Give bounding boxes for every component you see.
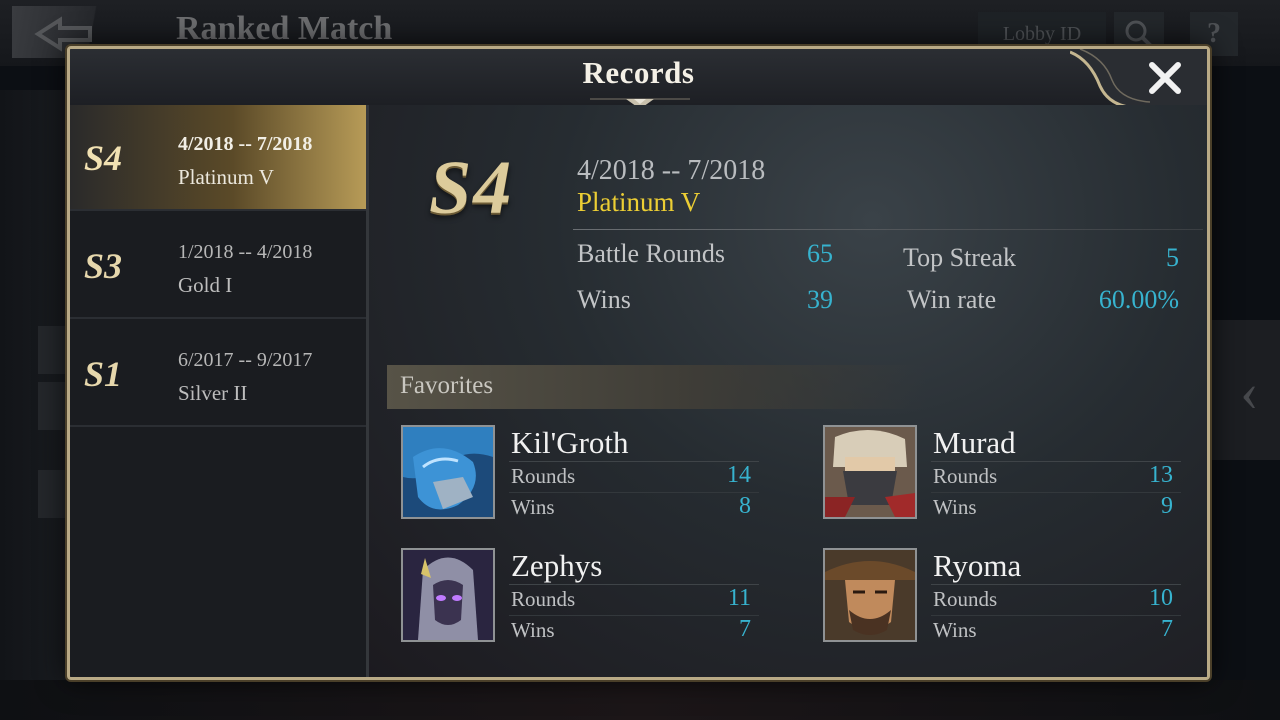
hero-rounds-label: Rounds — [511, 464, 576, 488]
detail-dates: 4/2018 -- 7/2018 — [577, 155, 766, 186]
hero-portrait[interactable] — [401, 425, 495, 519]
hero-portrait[interactable] — [401, 548, 495, 642]
hero-portrait-icon — [825, 550, 915, 640]
hero-rounds-value: 11 — [727, 585, 751, 611]
chevron-left-icon[interactable]: ‹ — [1240, 360, 1259, 424]
season-dates: 4/2018 -- 7/2018 — [178, 133, 313, 155]
hero-rounds-value: 14 — [727, 462, 751, 488]
win-rate-value: 60.00% — [1098, 285, 1179, 314]
detail-rank: Platinum V — [577, 187, 701, 217]
records-dialog: Records S4 4/2018 -- 7/2018 Platinum V S… — [67, 46, 1210, 680]
hero-rounds-label: Rounds — [933, 464, 998, 488]
season-rank: Platinum V — [178, 165, 274, 189]
season-list: S4 4/2018 -- 7/2018 Platinum V S3 1/2018… — [70, 105, 369, 677]
divider — [931, 615, 1181, 616]
background-page-title: Ranked Match — [176, 10, 393, 47]
hero-rounds-label: Rounds — [511, 587, 576, 611]
season-detail-panel: S4 4/2018 -- 7/2018 Platinum V Battle Ro… — [369, 105, 1207, 677]
favorite-hero-card: Ryoma Rounds 10 Wins 7 — [823, 548, 1203, 648]
hero-wins-value: 8 — [739, 493, 751, 519]
divider — [931, 461, 1181, 462]
battle-rounds-label: Battle Rounds — [577, 239, 726, 268]
hero-wins-label: Wins — [511, 618, 555, 642]
battle-rounds-value: 65 — [807, 239, 833, 268]
favorite-hero-card: Murad Rounds 13 Wins 9 — [823, 425, 1203, 525]
divider — [509, 584, 759, 585]
season-item-s1[interactable]: S1 6/2017 -- 9/2017 Silver II — [70, 321, 366, 427]
hero-wins-label: Wins — [511, 495, 555, 519]
hero-wins-value: 9 — [1161, 493, 1173, 519]
season-code: S1 — [84, 354, 123, 394]
season-code: S4 — [84, 138, 123, 178]
close-button[interactable] — [1133, 53, 1197, 103]
divider — [509, 615, 759, 616]
hero-portrait-icon — [825, 427, 915, 517]
season-rank: Silver II — [178, 381, 248, 405]
hero-portrait[interactable] — [823, 425, 917, 519]
divider — [509, 492, 759, 493]
hero-rounds-value: 13 — [1149, 462, 1173, 488]
hero-name: Zephys — [511, 548, 603, 583]
hero-name: Ryoma — [933, 548, 1022, 583]
season-dates: 6/2017 -- 9/2017 — [178, 349, 313, 371]
hero-portrait-icon — [403, 550, 493, 640]
background-left-panel — [0, 90, 72, 690]
season-code: S3 — [84, 246, 123, 286]
top-streak-value: 5 — [1166, 243, 1179, 272]
hero-rounds-value: 10 — [1149, 585, 1173, 611]
hero-wins-label: Wins — [933, 495, 977, 519]
hero-name: Kil'Groth — [511, 425, 629, 460]
favorite-hero-card: Zephys Rounds 11 Wins 7 — [401, 548, 781, 648]
close-icon — [1149, 62, 1181, 94]
background-bottom — [0, 680, 1280, 720]
wins-label: Wins — [577, 285, 631, 314]
divider — [931, 584, 1181, 585]
win-rate-label: Win rate — [907, 285, 997, 314]
season-rank: Gold I — [178, 273, 233, 297]
season-emblem: S4 — [429, 146, 514, 230]
dialog-header: Records — [70, 49, 1207, 109]
top-streak-label: Top Streak — [903, 243, 1016, 272]
hero-wins-value: 7 — [739, 616, 751, 642]
hero-name: Murad — [933, 425, 1016, 460]
hero-wins-value: 7 — [1161, 616, 1173, 642]
wins-value: 39 — [807, 285, 833, 314]
hero-rounds-label: Rounds — [933, 587, 998, 611]
season-dates: 1/2018 -- 4/2018 — [178, 241, 313, 263]
favorites-title: Favorites — [400, 372, 494, 399]
season-item-s3[interactable]: S3 1/2018 -- 4/2018 Gold I — [70, 213, 366, 319]
hero-portrait[interactable] — [823, 548, 917, 642]
favorites-header: Favorites — [387, 365, 927, 409]
divider — [573, 229, 1203, 230]
divider — [509, 461, 759, 462]
favorite-hero-card: Kil'Groth Rounds 14 Wins 8 — [401, 425, 781, 525]
dialog-title: Records — [582, 55, 695, 90]
season-item-s4[interactable]: S4 4/2018 -- 7/2018 Platinum V — [70, 105, 366, 211]
hero-wins-label: Wins — [933, 618, 977, 642]
divider — [931, 492, 1181, 493]
hero-portrait-icon — [403, 427, 493, 517]
